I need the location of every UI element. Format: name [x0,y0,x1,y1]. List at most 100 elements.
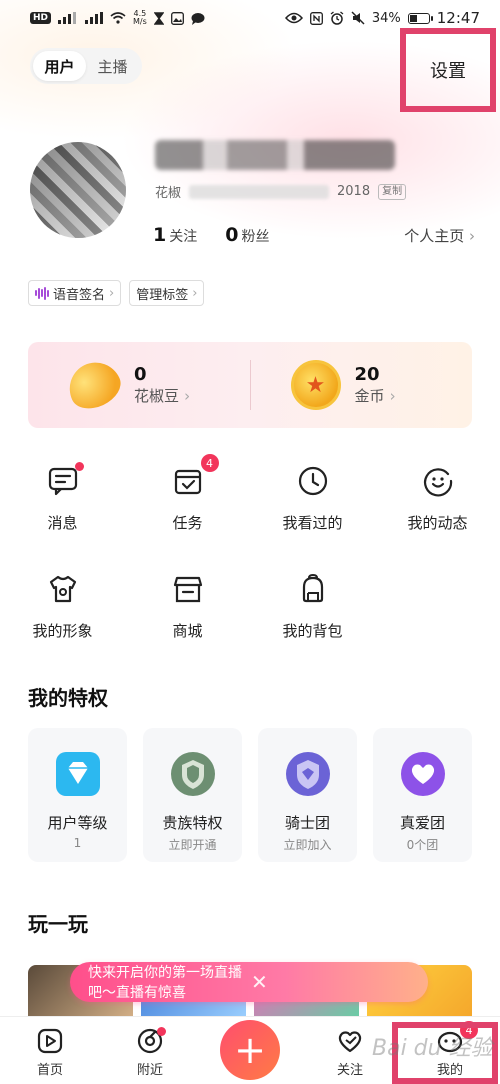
fans-count: 0 [225,224,239,246]
nav-home[interactable]: 首页 [0,1017,100,1084]
beans-balance[interactable]: 0 花椒豆 › [28,342,250,428]
privilege-name: 骑士团 [284,814,330,832]
signal-4g-icon [83,12,104,24]
net-speed: 4.5 M/s [133,10,147,26]
alarm-icon [330,11,344,25]
home-play-icon [34,1025,66,1057]
beans-label: 花椒豆 [134,387,180,405]
bean-icon [61,354,127,416]
nav-nearby[interactable]: 附近 [100,1017,200,1084]
privilege-noble[interactable]: 贵族特权 立即开通 [143,728,242,862]
privileges-row: 用户等级 1 贵族特权 立即开通 骑士团 立即加入 真爱团 0个团 [28,728,472,862]
heart-icon [334,1025,366,1057]
diamond-icon [54,750,102,798]
wifi-icon [110,12,126,24]
go-live-toast[interactable]: 快来开启你的第一场直播吧～直播有惊喜 ✕ [70,962,428,1002]
menu-item-activity[interactable]: 我的动态 [375,456,500,564]
feature-grid: 消息 4 任务 我看过的 我的动态 我的形象 商城 我的背包 [0,454,500,672]
menu-item-label: 消息 [47,514,78,532]
watermark: Bai du 经验 [372,1036,493,1061]
knight-shield-icon [284,750,332,798]
menu-item-label: 商城 [172,622,203,640]
task-badge: 4 [200,454,219,472]
user-id-prefix: 花椒 [155,186,182,201]
menu-item-label: 我的形象 [32,622,93,640]
toast-text: 快来开启你的第一场直播吧～直播有惊喜 [88,965,242,1001]
chevron-right-icon: › [184,387,191,405]
copy-id-button[interactable]: 复制 [378,183,407,200]
privilege-name: 贵族特权 [162,814,223,832]
homepage-link[interactable]: 个人主页 › [404,225,475,246]
menu-item-shop[interactable]: 商城 [125,564,250,672]
manage-tags-label: 管理标签 [136,287,189,303]
privilege-true-love[interactable]: 真爱团 0个团 [373,728,472,862]
coins-balance[interactable]: ★ 20 金币 › [251,342,473,428]
nearby-dot [157,1027,166,1036]
nickname-blurred [155,140,395,170]
nfc-icon [309,11,323,25]
chevron-right-icon: › [389,387,396,405]
net-speed-unit: M/s [133,17,147,26]
menu-item-history[interactable]: 我看过的 [250,456,375,564]
avatar[interactable] [30,142,126,238]
play-title: 玩一玩 [28,912,88,936]
voice-wave-icon [35,286,49,300]
signal-icon [58,12,77,24]
nearby-disc-icon [134,1025,166,1057]
nav-label: 首页 [36,1063,63,1078]
profile-chips: 语音签名 › 管理标签 › [28,280,205,306]
go-live-plus-button[interactable]: + [220,1020,280,1080]
menu-item-backpack[interactable]: 我的背包 [250,564,375,672]
coins-label: 金币 [354,387,385,405]
battery-percent: 34% [371,10,401,26]
message-icon [44,462,84,500]
menu-item-label: 我看过的 [282,514,343,532]
gallery-icon [170,11,184,25]
menu-item-label: 我的背包 [282,622,343,640]
privilege-sub: 0个团 [406,838,439,852]
privilege-knights[interactable]: 骑士团 立即加入 [258,728,357,862]
voice-signature-label: 语音签名 [53,287,106,303]
menu-item-messages[interactable]: 消息 [0,456,125,564]
chevron-right-icon: › [109,285,115,301]
star-coin-icon: ★ [290,360,341,410]
mute-icon [351,11,365,25]
coins-value: 20 [354,364,380,385]
voice-signature-chip[interactable]: 语音签名 › [28,280,122,306]
shop-icon [169,570,207,608]
privileges-title: 我的特权 [28,686,108,710]
privilege-user-level[interactable]: 用户等级 1 [28,728,127,862]
settings-button[interactable]: 设置 [400,28,496,112]
wallet-card: 0 花椒豆 › ★ 20 金币 › [28,342,472,428]
role-tabs: 用户 主播 [30,48,142,84]
chevron-right-icon: › [192,285,198,301]
following-label: 关注 [169,229,198,245]
hd-icon: HD [30,12,52,24]
tab-anchor[interactable]: 主播 [86,51,139,81]
menu-item-avatar-style[interactable]: 我的形象 [0,564,125,672]
fans-stat[interactable]: 0 粉丝 [225,224,269,246]
close-icon[interactable]: ✕ [251,970,414,994]
follow-stats: 1 关注 0 粉丝 个人主页 › [153,224,475,246]
tshirt-icon [44,570,82,608]
menu-item-label: 任务 [172,514,203,532]
privilege-name: 真爱团 [399,814,445,832]
unread-dot [74,462,84,471]
following-stat[interactable]: 1 关注 [153,224,197,246]
beans-value: 0 [134,364,147,385]
tab-user[interactable]: 用户 [33,51,86,81]
following-count: 1 [153,224,167,246]
menu-item-tasks[interactable]: 4 任务 [125,454,250,564]
backpack-icon [294,570,332,608]
user-id-suffix: 2018 [337,184,371,199]
user-id-blurred [189,184,330,199]
manage-tags-chip[interactable]: 管理标签 › [129,280,205,306]
menu-item-label: 我的动态 [407,514,468,532]
privilege-sub: 立即加入 [283,838,332,852]
homepage-label: 个人主页 [404,226,465,245]
battery-icon [407,12,433,24]
privilege-sub: 立即开通 [168,838,217,852]
clock: 12:47 [436,9,480,27]
chevron-right-icon: › [469,226,475,245]
clock-icon [294,462,332,500]
